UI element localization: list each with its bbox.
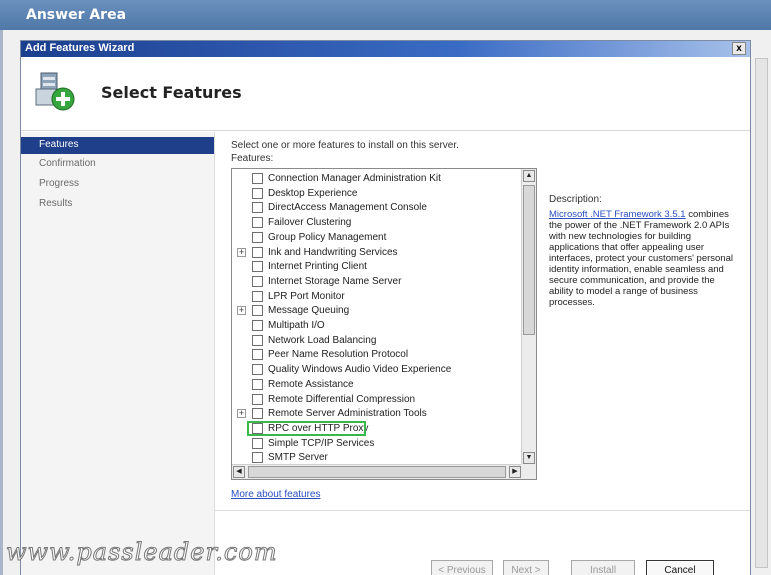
feature-checkbox[interactable] [252,378,263,390]
scroll-down-arrow-icon[interactable]: ▼ [523,452,535,464]
feature-label: Failover Clustering [268,217,352,229]
feature-label: Quality Windows Audio Video Experience [268,364,452,376]
add-features-wizard: Add Features Wizard x Select Features Fe… [20,40,751,575]
window-title-bar: Add Features Wizard x [21,41,750,57]
expand-plus-icon[interactable]: + [237,247,246,257]
feature-label: Remote Server Administration Tools [268,408,427,420]
feature-label: Message Queuing [268,305,350,317]
outer-scrollbar[interactable] [751,30,771,575]
button-bar: < Previous Next > Install Cancel [215,510,750,575]
feature-checkbox[interactable] [252,246,263,258]
next-button[interactable]: Next > [503,560,549,575]
feature-checkbox[interactable] [252,217,263,229]
features-hscroll-thumb[interactable] [248,466,506,478]
description-link[interactable]: Microsoft .NET Framework 3.5.1 [549,209,686,220]
feature-label: SMTP Server [268,452,328,464]
feature-label: Group Policy Management [268,231,387,243]
answer-area-header: Answer Area [0,0,771,30]
answer-area-title: Answer Area [26,7,127,23]
features-horizontal-scrollbar[interactable]: ◀ ▶ [232,464,522,479]
description-label: Description: [549,194,602,205]
features-list-items: Connection Manager Administration Kit Des… [232,169,522,465]
scroll-right-arrow-icon[interactable]: ▶ [509,466,521,478]
wizard-content: Select one or more features to install o… [215,132,750,575]
more-about-features-link[interactable]: More about features [231,489,321,500]
wizard-header: Select Features [21,57,750,131]
feature-label: Remote Assistance [268,378,354,390]
features-list[interactable]: Connection Manager Administration Kit Des… [231,168,537,480]
feature-checkbox[interactable] [252,364,263,376]
outer-scrollbar-thumb[interactable] [755,58,768,568]
feature-checkbox[interactable] [252,275,263,287]
page-title: Select Features [101,83,242,102]
feature-label: Simple TCP/IP Services [268,437,375,449]
feature-checkbox[interactable] [252,349,263,361]
features-vertical-scrollbar[interactable]: ▲ ▼ [521,169,536,465]
feature-label: Ink and Handwriting Services [268,246,398,258]
wizard-nav: Features Confirmation Progress Results [21,132,215,575]
features-scroll-thumb[interactable] [523,185,535,335]
cancel-button[interactable]: Cancel [646,560,714,575]
server-features-icon [35,72,75,111]
feature-checkbox[interactable] [252,320,263,331]
scroll-up-arrow-icon[interactable]: ▲ [523,170,535,182]
feature-label: Connection Manager Administration Kit [268,173,441,184]
expand-plus-icon[interactable]: + [237,409,246,419]
feature-checkbox[interactable] [252,173,263,184]
install-button[interactable]: Install [571,560,635,575]
feature-checkbox[interactable] [252,231,263,243]
watermark: www.passleader.com [6,538,278,567]
expand-plus-icon[interactable]: + [237,306,246,316]
feature-checkbox[interactable] [252,437,263,449]
feature-label: Multipath I/O [268,320,325,331]
feature-label: Desktop Experience [268,187,358,199]
feature-checkbox[interactable] [252,393,263,405]
instruction-text: Select one or more features to install o… [231,140,459,151]
features-label: Features: [231,153,274,164]
feature-checkbox[interactable] [252,305,263,317]
window-title: Add Features Wizard [25,42,135,54]
feature-checkbox[interactable] [252,261,263,273]
feature-label: Peer Name Resolution Protocol [268,349,409,361]
feature-label: Network Load Balancing [268,334,377,346]
description-body: combines the power of the .NET Framework… [549,209,733,308]
close-button[interactable]: x [732,42,746,55]
feature-label: Remote Differential Compression [268,393,416,405]
feature-label: Internet Printing Client [268,261,367,273]
scroll-left-arrow-icon[interactable]: ◀ [233,466,245,478]
feature-label: LPR Port Monitor [268,290,345,302]
feature-checkbox[interactable] [252,187,263,199]
nav-item-confirmation[interactable]: Confirmation [21,154,214,174]
feature-checkbox[interactable] [252,452,263,464]
nav-item-features[interactable]: Features [21,137,214,154]
description-text: Microsoft .NET Framework 3.5.1 combines … [549,209,734,308]
feature-checkbox[interactable] [252,290,263,302]
feature-label: Internet Storage Name Server [268,275,402,287]
feature-checkbox[interactable] [252,334,263,346]
nav-item-results[interactable]: Results [21,194,214,214]
scrollbar-corner [521,464,536,479]
answer-highlight-box [247,420,366,436]
nav-item-progress[interactable]: Progress [21,174,214,194]
feature-label: DirectAccess Management Console [268,202,427,214]
feature-checkbox[interactable] [252,202,263,214]
feature-checkbox[interactable] [252,408,263,420]
previous-button[interactable]: < Previous [431,560,493,575]
